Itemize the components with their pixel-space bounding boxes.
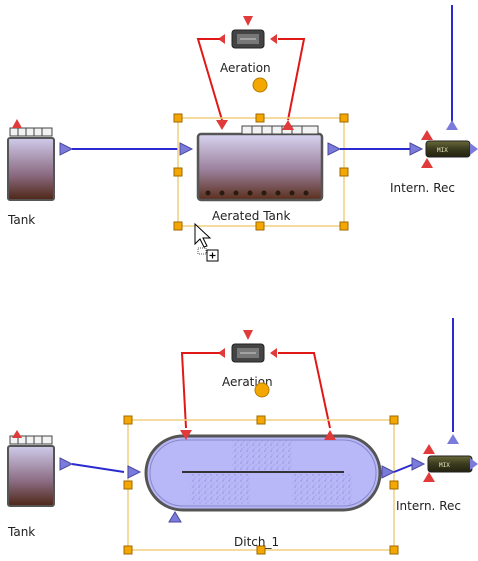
- aeration-label: Aeration: [220, 61, 271, 75]
- internal-recycle-label: Intern. Rec: [390, 181, 455, 195]
- port-outlet[interactable]: [59, 142, 74, 156]
- port-air-in[interactable]: [12, 430, 22, 438]
- valve-icon[interactable]: MIX: [423, 434, 478, 482]
- port-return[interactable]: [168, 511, 182, 523]
- left-tank[interactable]: [7, 430, 55, 507]
- aeration-node[interactable]: [252, 77, 268, 93]
- process-flow-canvas[interactable]: Tank Aeration Aerated Tank MIX Intern. R…: [0, 0, 478, 561]
- left-tank[interactable]: [7, 119, 55, 201]
- valve-icon[interactable]: MIX: [421, 120, 478, 168]
- port-inlet[interactable]: [127, 465, 142, 479]
- pipe-outlet[interactable]: [393, 463, 415, 473]
- left-tank-label: Tank: [7, 525, 35, 539]
- aerated-tank-label: Aerated Tank: [212, 209, 290, 223]
- left-tank-label: Tank: [7, 213, 35, 227]
- air-line-left[interactable]: [196, 38, 223, 121]
- copy-plus-icon: [206, 249, 219, 262]
- air-line-right[interactable]: [278, 38, 306, 121]
- pipe-inlet[interactable]: [71, 463, 125, 473]
- port-outlet[interactable]: [59, 457, 74, 471]
- air-line-left[interactable]: [180, 352, 220, 429]
- oxidation-ditch[interactable]: [127, 430, 396, 523]
- internal-recycle-label: Intern. Rec: [396, 499, 461, 513]
- blower-icon[interactable]: [218, 330, 277, 363]
- recycle-badge: MIX: [437, 147, 448, 154]
- port-air-in-left[interactable]: [216, 120, 228, 130]
- scene-top: Tank Aeration Aerated Tank MIX Intern. R…: [7, 5, 478, 262]
- port-inlet[interactable]: [179, 142, 194, 156]
- port-outlet[interactable]: [327, 142, 342, 156]
- port-air-in[interactable]: [12, 119, 22, 128]
- scene-bottom: Tank Aeration Ditch_1 MIX Intern. Rec: [7, 318, 478, 555]
- air-line-right[interactable]: [278, 352, 331, 429]
- aeration-node[interactable]: [254, 382, 270, 398]
- port-air-in-right[interactable]: [282, 120, 294, 130]
- aerated-tank[interactable]: [179, 120, 342, 202]
- blower-icon[interactable]: [218, 16, 277, 49]
- ditch-label: Ditch_1: [234, 535, 279, 549]
- recycle-badge: MIX: [439, 462, 450, 469]
- port-outlet[interactable]: [381, 465, 396, 479]
